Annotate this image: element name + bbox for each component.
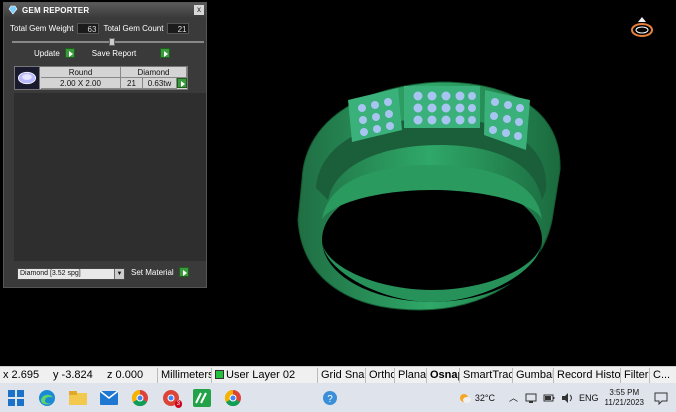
total-count-value: 21 bbox=[167, 23, 190, 34]
edge-browser-icon[interactable] bbox=[36, 387, 58, 409]
chrome-secondary-icon[interactable] bbox=[222, 387, 244, 409]
chevron-down-icon[interactable]: ▼ bbox=[114, 269, 124, 279]
actions-row: Update Save Report bbox=[34, 48, 171, 58]
layer-name: User Layer 02 bbox=[226, 368, 296, 381]
gem-table: Round Diamond 2.00 X 2.00 21 0.63tw bbox=[14, 66, 188, 90]
mail-icon[interactable] bbox=[98, 387, 120, 409]
notifications-icon[interactable] bbox=[654, 391, 668, 405]
x-coordinate: x 2.695 bbox=[3, 368, 40, 381]
gem-thumbnail-icon[interactable] bbox=[15, 67, 40, 89]
gem-reporter-title: GEM REPORTER bbox=[22, 5, 90, 15]
table-cell-size: 2.00 X 2.00 bbox=[41, 78, 121, 89]
slider-handle[interactable] bbox=[109, 38, 115, 46]
units-display[interactable]: Millimeters bbox=[158, 367, 212, 383]
set-material-button[interactable] bbox=[178, 267, 189, 277]
clock-time: 3:55 PM bbox=[609, 387, 640, 397]
chrome-profile-icon[interactable]: 3 bbox=[160, 387, 182, 409]
gem-setting-center bbox=[404, 86, 480, 128]
battery-icon[interactable] bbox=[543, 392, 555, 404]
gem-list-area bbox=[14, 93, 206, 261]
y-coordinate: y -3.824 bbox=[53, 368, 93, 381]
totals-row: Total Gem Weight 63 Total Gem Count 21 bbox=[10, 23, 190, 34]
row-select-button[interactable] bbox=[177, 78, 187, 88]
ortho-toggle[interactable]: Ortho bbox=[366, 367, 395, 383]
gem-reporter-panel: GEM REPORTER x Total Gem Weight 63 Total… bbox=[3, 2, 207, 288]
smarttrack-toggle[interactable]: SmartTrack bbox=[460, 367, 513, 383]
update-label: Update bbox=[34, 48, 60, 58]
network-icon[interactable] bbox=[525, 392, 537, 404]
total-weight-label: Total Gem Weight bbox=[10, 24, 74, 33]
temperature[interactable]: 32°C bbox=[475, 393, 495, 403]
set-material-row: Set Material bbox=[131, 267, 189, 277]
language-indicator[interactable]: ENG bbox=[579, 393, 599, 403]
table-cell-count: 21 bbox=[121, 78, 143, 89]
osnap-toggle[interactable]: Osnap bbox=[427, 367, 460, 383]
planar-toggle[interactable]: Planar bbox=[395, 367, 427, 383]
file-explorer-icon[interactable] bbox=[67, 387, 89, 409]
save-report-label: Save Report bbox=[91, 48, 137, 58]
table-cell-shape: Round bbox=[41, 67, 121, 78]
total-weight-value: 63 bbox=[77, 23, 100, 34]
weight-slider[interactable] bbox=[12, 38, 204, 46]
svg-text:?: ? bbox=[327, 394, 333, 405]
save-report-button[interactable] bbox=[160, 48, 171, 58]
gumball-toggle[interactable]: Gumball bbox=[513, 367, 554, 383]
record-history-toggle[interactable]: Record History bbox=[554, 367, 621, 383]
chrome-icon[interactable] bbox=[129, 387, 151, 409]
taskbar: 3 ? 32°C ︿ ENG 3:55 PM 11/21/2023 bbox=[0, 383, 676, 412]
table-cell-material: Diamond bbox=[121, 67, 187, 78]
weather-icon[interactable] bbox=[458, 391, 472, 405]
gem-icon bbox=[8, 5, 18, 15]
table-cell-weight: 0.63tw bbox=[143, 78, 177, 89]
clock-date: 11/21/2023 bbox=[604, 397, 644, 407]
app-window: GEM REPORTER x Total Gem Weight 63 Total… bbox=[0, 0, 676, 412]
set-material-label: Set Material bbox=[131, 267, 174, 277]
material-dropdown-value: Diamond [3.52 spg] bbox=[20, 270, 81, 277]
status-bar: x 2.695 y -3.824 z 0.000 Millimeters Use… bbox=[0, 366, 676, 383]
more-status-items[interactable]: C... bbox=[650, 368, 676, 383]
help-icon[interactable]: ? bbox=[319, 387, 341, 409]
volume-icon[interactable] bbox=[561, 392, 573, 404]
close-button[interactable]: x bbox=[194, 5, 204, 15]
design-app-icon[interactable] bbox=[191, 387, 213, 409]
material-dropdown[interactable]: Diamond [3.52 spg] ▼ bbox=[17, 268, 125, 280]
grid-snap-toggle[interactable]: Grid Snap bbox=[318, 367, 366, 383]
layer-selector[interactable]: User Layer 02 bbox=[212, 367, 318, 383]
update-button[interactable] bbox=[64, 48, 75, 58]
z-coordinate: z 0.000 bbox=[104, 367, 158, 383]
ring-gizmo-icon[interactable] bbox=[628, 14, 656, 40]
gem-reporter-titlebar[interactable]: GEM REPORTER bbox=[4, 3, 206, 17]
layer-color-swatch bbox=[215, 369, 224, 379]
clock[interactable]: 3:55 PM 11/21/2023 bbox=[605, 388, 644, 408]
ring-render[interactable] bbox=[280, 70, 580, 320]
chevron-up-icon[interactable]: ︿ bbox=[509, 391, 518, 404]
notification-badge: 3 bbox=[174, 399, 182, 408]
windows-start-icon[interactable] bbox=[5, 387, 27, 409]
filter-toggle[interactable]: Filter bbox=[621, 367, 650, 383]
total-count-label: Total Gem Count bbox=[103, 24, 164, 33]
system-tray: 32°C ︿ ENG 3:55 PM 11/21/2023 bbox=[458, 383, 676, 412]
